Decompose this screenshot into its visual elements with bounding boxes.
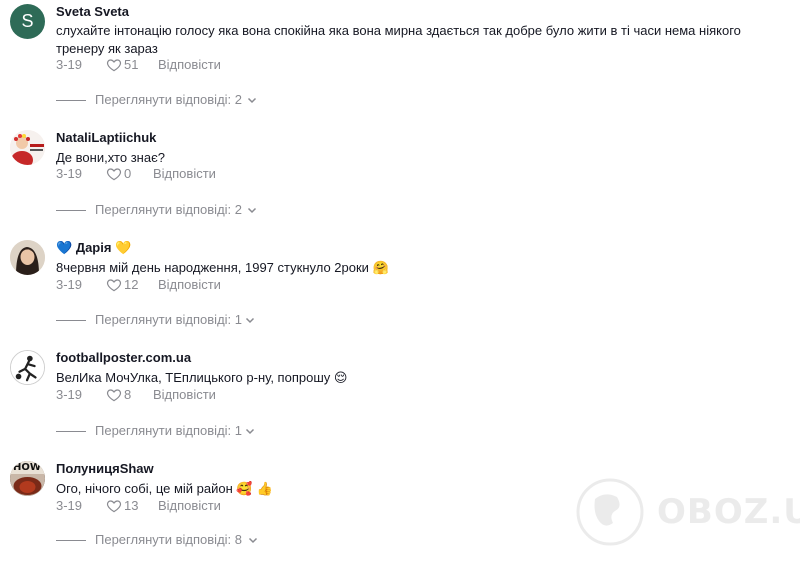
divider-line bbox=[56, 100, 86, 101]
avatar[interactable] bbox=[10, 240, 45, 275]
reply-button[interactable]: Відповісти bbox=[153, 166, 216, 182]
chevron-down-icon bbox=[247, 97, 257, 104]
comment-text: слухайте інтонацію голосу яка вона спокі… bbox=[56, 23, 741, 56]
comment-username[interactable]: NataliLaptiichuk bbox=[56, 130, 156, 146]
watermark: OBOZ.UA bbox=[575, 476, 800, 548]
avatar[interactable] bbox=[10, 350, 45, 385]
heart-icon[interactable] bbox=[106, 57, 122, 73]
comment-date: 3-19 bbox=[56, 166, 83, 181]
avatar-label: HOW bbox=[13, 462, 41, 473]
comment-username[interactable]: ПолуницяShaw bbox=[56, 461, 154, 477]
comment-text: ВелИка МочУлка, ТЕплицького р-ну, попрош… bbox=[56, 369, 788, 388]
heart-icon[interactable] bbox=[106, 166, 122, 182]
chevron-down-icon bbox=[247, 207, 257, 214]
comment-username[interactable]: Sveta Sveta bbox=[56, 4, 129, 20]
like-count: 13 bbox=[124, 498, 139, 513]
comment-username[interactable]: 💙 Дарія 💛 bbox=[56, 240, 131, 257]
divider-line bbox=[56, 431, 86, 432]
like-count: 51 bbox=[124, 57, 139, 72]
avatar[interactable]: S bbox=[10, 4, 45, 39]
avatar[interactable] bbox=[10, 130, 45, 165]
relieved-emoji: 😌 bbox=[333, 371, 348, 386]
blue-heart-emoji: 💙 bbox=[56, 241, 73, 256]
view-replies-label: Переглянути відповіді: 2 bbox=[95, 92, 242, 107]
like-count: 12 bbox=[124, 277, 139, 292]
watermark-text: OBOZ.UA bbox=[657, 492, 800, 532]
view-replies-label: Переглянути відповіді: 2 bbox=[95, 202, 242, 217]
comment-date: 3-19 bbox=[56, 57, 83, 72]
like-count: 8 bbox=[124, 387, 132, 402]
globe-logo-icon bbox=[576, 478, 644, 546]
reply-button[interactable]: Відповісти bbox=[158, 277, 221, 293]
chevron-down-icon bbox=[248, 537, 258, 544]
divider-line bbox=[56, 320, 86, 321]
comment-text-body: 8червня мій день народження, 1997 стукну… bbox=[56, 260, 369, 275]
like-count: 0 bbox=[124, 166, 132, 181]
username-text: Дарія bbox=[75, 240, 112, 255]
heart-icon[interactable] bbox=[106, 387, 122, 403]
reply-button[interactable]: Відповісти bbox=[153, 387, 216, 403]
heart-icon[interactable] bbox=[106, 277, 122, 293]
comment-date: 3-19 bbox=[56, 498, 83, 513]
comment-text: Де вони,хто знає? bbox=[56, 150, 165, 165]
reply-button[interactable]: Відповісти bbox=[158, 57, 221, 73]
comment-date: 3-19 bbox=[56, 277, 83, 292]
chevron-down-icon bbox=[245, 428, 255, 435]
reply-button[interactable]: Відповісти bbox=[158, 498, 221, 514]
yellow-heart-emoji: 💛 bbox=[115, 241, 132, 256]
smiling-hearts-thumbs-up-emoji: 🥰 👍 bbox=[236, 482, 273, 497]
hug-emoji: 🤗 bbox=[372, 261, 389, 276]
divider-line bbox=[56, 210, 86, 211]
comment-text-body: ВелИка МочУлка, ТЕплицького р-ну, попрош… bbox=[56, 370, 331, 385]
comment-text-body: Ого, нічого собі, це мій район bbox=[56, 481, 233, 496]
comment-date: 3-19 bbox=[56, 387, 83, 402]
view-replies-label: Переглянути відповіді: 8 bbox=[95, 532, 242, 547]
view-replies-label: Переглянути відповіді: 1 bbox=[95, 423, 242, 438]
chevron-down-icon bbox=[245, 317, 255, 324]
comment-text: 8червня мій день народження, 1997 стукну… bbox=[56, 259, 788, 278]
comment-username[interactable]: footballposter.com.ua bbox=[56, 350, 191, 366]
avatar-letter: S bbox=[21, 11, 34, 31]
heart-icon[interactable] bbox=[106, 498, 122, 514]
avatar[interactable]: HOW bbox=[10, 461, 45, 496]
view-replies-label: Переглянути відповіді: 1 bbox=[95, 312, 242, 327]
divider-line bbox=[56, 540, 86, 541]
